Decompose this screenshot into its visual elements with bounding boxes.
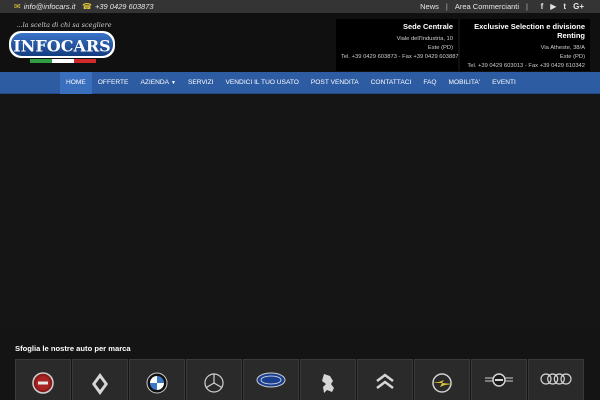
mini-logo-icon bbox=[484, 373, 513, 387]
office-name: Exclusive Selection e divisione Renting bbox=[474, 22, 585, 40]
nav-item-servizi[interactable]: SERVIZI bbox=[182, 72, 220, 94]
nav-item-eventi[interactable]: EVENTI bbox=[486, 72, 522, 94]
brand-tile-citroen[interactable] bbox=[357, 359, 413, 400]
nav-item-vendici-usato[interactable]: VENDICI IL TUO USATO bbox=[220, 72, 305, 94]
mercedes-logo-icon bbox=[204, 373, 224, 393]
social-links: f ▶ t G+ bbox=[541, 0, 584, 13]
hero-slider bbox=[0, 95, 600, 327]
office-contacts: Tel. +39 0429 603013 - Fax +39 0429 6103… bbox=[467, 63, 585, 69]
brand-tile-mercedes[interactable] bbox=[186, 359, 242, 400]
google-plus-icon[interactable]: G+ bbox=[573, 0, 584, 13]
brand-list bbox=[15, 359, 584, 400]
fiat-logo-icon bbox=[32, 372, 54, 394]
page: ✉ info@infocars.it ☎ +39 0429 603873 New… bbox=[0, 0, 600, 400]
top-bar: ✉ info@infocars.it ☎ +39 0429 603873 New… bbox=[0, 0, 600, 13]
office-city: Este (PD) bbox=[427, 45, 453, 51]
nav-list: HOME OFFERTE AZIENDA ▼ SERVIZI VENDICI IL… bbox=[60, 72, 522, 94]
nav-item-mobilita[interactable]: MOBILITA' bbox=[443, 72, 487, 94]
audi-logo-icon bbox=[540, 373, 572, 385]
brand-tile-peugeot[interactable] bbox=[300, 359, 356, 400]
envelope-icon: ✉ bbox=[14, 2, 21, 11]
office-contacts: Tel. +39 0429 603873 - Fax +39 0429 6038… bbox=[341, 54, 459, 60]
brand-tile-audi[interactable] bbox=[528, 359, 584, 400]
office-exclusive-selection: Exclusive Selection e divisione Renting … bbox=[460, 19, 590, 71]
nav-item-post-vendita[interactable]: POST VENDITA bbox=[305, 72, 365, 94]
header: ...la scelta di chi sa scegliere INFOCAR… bbox=[0, 13, 600, 72]
twitter-icon[interactable]: t bbox=[563, 0, 566, 13]
youtube-icon[interactable]: ▶ bbox=[550, 0, 556, 13]
infocars-logo[interactable]: ...la scelta di chi sa scegliere INFOCAR… bbox=[6, 17, 118, 69]
opel-logo-icon bbox=[430, 373, 453, 393]
brand-tile-bmw[interactable] bbox=[129, 359, 185, 400]
office-name: Sede Centrale bbox=[402, 22, 453, 31]
brand-tile-mini[interactable] bbox=[471, 359, 527, 400]
brand-tile-renault[interactable] bbox=[72, 359, 128, 400]
logo-graphic: ...la scelta di chi sa scegliere INFOCAR… bbox=[9, 21, 115, 63]
email-text: info@infocars.it bbox=[23, 2, 76, 11]
nav-item-contattaci[interactable]: CONTATTACI bbox=[365, 72, 418, 94]
office-city: Este (PD) bbox=[559, 54, 585, 60]
renault-logo-icon bbox=[91, 373, 108, 395]
citroen-logo-icon bbox=[376, 373, 394, 389]
logo-text: INFOCARS bbox=[13, 37, 110, 56]
nav-item-azienda[interactable]: AZIENDA ▼ bbox=[134, 72, 182, 94]
office-address: Viale dell'Industria, 10 bbox=[396, 36, 453, 42]
nav-item-offerte[interactable]: OFFERTE bbox=[92, 72, 135, 94]
news-link[interactable]: News bbox=[420, 0, 439, 13]
office-address: Via Atheste, 38/A bbox=[540, 45, 585, 51]
office-sede-centrale: Sede Centrale Viale dell'Industria, 10 E… bbox=[336, 19, 459, 71]
brand-tile-fiat[interactable] bbox=[15, 359, 71, 400]
main-nav: HOME OFFERTE AZIENDA ▼ SERVIZI VENDICI IL… bbox=[0, 72, 600, 94]
email-link[interactable]: ✉ info@infocars.it bbox=[14, 0, 76, 13]
phone-text: +39 0429 603873 bbox=[94, 2, 154, 11]
phone-link[interactable]: ☎ +39 0429 603873 bbox=[82, 0, 154, 13]
brands-title: Sfoglia le nostre auto per marca bbox=[15, 344, 131, 353]
brand-tile-opel[interactable] bbox=[414, 359, 470, 400]
area-commercianti-link[interactable]: Area Commercianti bbox=[455, 0, 519, 13]
top-links: News | Area Commercianti | bbox=[420, 0, 528, 13]
bmw-logo-icon bbox=[146, 372, 168, 394]
logo-tagline: ...la scelta di chi sa scegliere bbox=[16, 21, 111, 29]
caret-down-icon: ▼ bbox=[171, 80, 176, 86]
ford-logo-icon bbox=[256, 372, 286, 388]
brand-tile-ford[interactable] bbox=[243, 359, 299, 400]
nav-item-faq[interactable]: FAQ bbox=[417, 72, 442, 94]
peugeot-logo-icon bbox=[321, 374, 334, 393]
nav-item-home[interactable]: HOME bbox=[60, 72, 92, 94]
phone-icon: ☎ bbox=[82, 2, 92, 11]
facebook-icon[interactable]: f bbox=[541, 0, 544, 13]
